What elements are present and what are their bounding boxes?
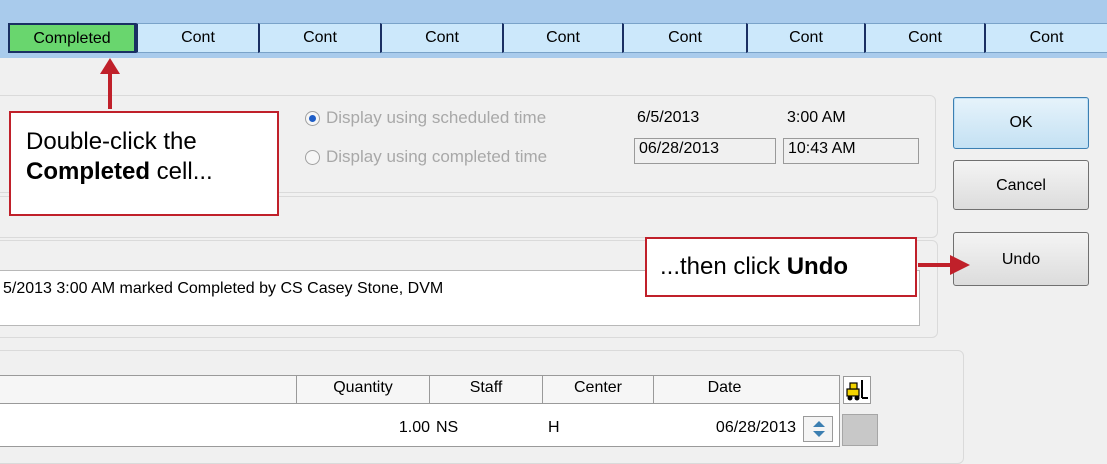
arrows-overlay <box>100 58 970 275</box>
arrow-up-icon <box>100 58 120 109</box>
arrow-right-icon <box>918 255 970 275</box>
